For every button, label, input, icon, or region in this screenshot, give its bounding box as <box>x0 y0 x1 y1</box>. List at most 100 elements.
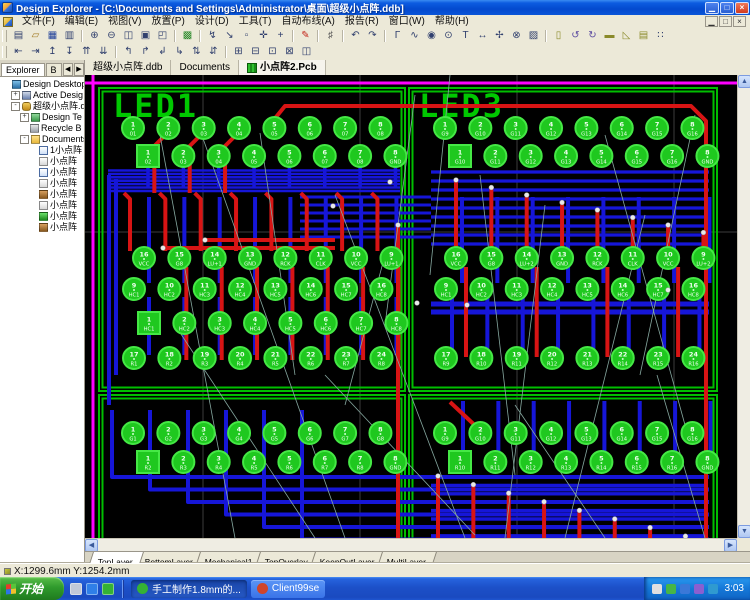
place-string-icon[interactable]: T <box>458 29 473 43</box>
via[interactable] <box>464 302 470 308</box>
align-right-icon[interactable]: ⇥ <box>28 45 43 59</box>
via[interactable] <box>506 490 512 496</box>
via[interactable] <box>202 237 208 243</box>
rotate-cw-icon[interactable]: ↻ <box>585 29 600 43</box>
select-area-icon[interactable]: ▫ <box>239 29 254 43</box>
ungroup-icon[interactable]: ⊟ <box>248 45 263 59</box>
start-button[interactable]: 开始 <box>0 577 64 600</box>
undo-icon[interactable]: ↶ <box>348 29 363 43</box>
center-vertical-icon[interactable]: ↱ <box>138 45 153 59</box>
print-icon[interactable]: ▥ <box>62 29 77 43</box>
expand-toggle[interactable]: - <box>11 102 20 111</box>
zoom-in-icon[interactable]: ⊕ <box>87 29 102 43</box>
via[interactable] <box>160 245 166 251</box>
zoom-window-icon[interactable]: ◫ <box>121 29 136 43</box>
panel-icon[interactable]: ◫ <box>299 45 314 59</box>
array-paste-icon[interactable]: ∷ <box>653 29 668 43</box>
menu-item-10[interactable]: 帮助(H) <box>430 15 474 28</box>
close-button[interactable]: × <box>735 1 749 14</box>
place-coordinate-icon[interactable]: ✢ <box>492 29 507 43</box>
space-horizontal-icon[interactable]: ⇈ <box>79 45 94 59</box>
group-icon[interactable]: ⊞ <box>231 45 246 59</box>
line-tool-icon[interactable]: ↘ <box>222 29 237 43</box>
layer-tab-topoverlay[interactable]: TopOverlay <box>255 552 319 563</box>
menu-item-9[interactable]: 窗口(W) <box>384 15 430 28</box>
distribute-right-icon[interactable]: ↳ <box>172 45 187 59</box>
tray-security-icon[interactable] <box>707 583 718 594</box>
via[interactable] <box>612 516 618 522</box>
paste-special-icon[interactable]: ▤ <box>636 29 651 43</box>
tree-item[interactable]: 小点阵 <box>0 222 84 233</box>
redo-icon[interactable]: ↷ <box>365 29 380 43</box>
tree-item[interactable]: + Active Desig <box>0 90 84 101</box>
lock-icon[interactable]: ⊠ <box>282 45 297 59</box>
save-icon[interactable]: ▦ <box>45 29 60 43</box>
tree-item[interactable]: 小点阵 <box>0 200 84 211</box>
tree-item[interactable]: - 超级小点阵.d <box>0 101 84 112</box>
pcb-canvas[interactable]: LED1 LED310120230340450560670780810220330… <box>85 75 737 538</box>
trace-top-layer[interactable] <box>157 191 168 251</box>
task-button-1[interactable]: 手工制作1.8mm的... <box>131 579 247 598</box>
mdi-minimize-button[interactable]: ▁ <box>705 16 718 27</box>
vertical-scrollbar[interactable]: ▲ ▼ <box>737 75 750 538</box>
rotate-ccw-icon[interactable]: ↺ <box>568 29 583 43</box>
tray-update-icon[interactable] <box>693 583 704 594</box>
menu-item-7[interactable]: 自动布线(A) <box>276 15 339 28</box>
via[interactable] <box>576 507 583 514</box>
toolbar-grip[interactable] <box>2 30 7 42</box>
pencil-icon[interactable]: ✎ <box>298 29 313 43</box>
browse-board-icon[interactable]: ▩ <box>180 29 195 43</box>
quicklaunch-browser-icon[interactable] <box>86 582 98 595</box>
place-rectangle-icon[interactable]: ▬ <box>602 29 617 43</box>
tree-item[interactable]: 小点阵 <box>0 211 84 222</box>
zoom-out-icon[interactable]: ⊖ <box>104 29 119 43</box>
quicklaunch-desktop-icon[interactable] <box>70 582 82 595</box>
via[interactable] <box>647 524 653 531</box>
tray-network-icon[interactable] <box>679 583 690 594</box>
menu-item-2[interactable]: 编辑(E) <box>60 15 103 28</box>
trace-top-layer[interactable] <box>193 191 203 251</box>
tab-scroll-right-icon[interactable]: ▶ <box>73 63 84 76</box>
place-dimension-icon[interactable]: ↔ <box>475 29 490 43</box>
via[interactable] <box>541 499 547 505</box>
horizontal-scrollbar[interactable]: ◀ ▶ <box>85 538 737 552</box>
swap-pair-icon[interactable]: ⇵ <box>206 45 221 59</box>
menu-item-4[interactable]: 放置(P) <box>146 15 189 28</box>
layer-tab-bottomlayer[interactable]: BottomLayer <box>136 552 205 563</box>
mdi-close-button[interactable]: × <box>733 16 746 27</box>
scroll-up-icon[interactable]: ▲ <box>738 75 750 88</box>
tree-item[interactable]: 小点阵 <box>0 189 84 200</box>
document-tab-3[interactable]: 小点阵2.Pcb <box>239 60 326 75</box>
via[interactable] <box>630 214 636 221</box>
restore-button[interactable]: □ <box>720 1 734 14</box>
quicklaunch-player-icon[interactable] <box>102 582 114 595</box>
place-room-icon[interactable]: ▯ <box>551 29 566 43</box>
scroll-down-icon[interactable]: ▼ <box>738 525 750 538</box>
via[interactable] <box>395 222 401 228</box>
tray-shield-icon[interactable] <box>665 583 676 594</box>
place-pad-icon[interactable]: ◉ <box>424 29 439 43</box>
tray-status-icon[interactable] <box>651 583 662 594</box>
open-icon[interactable]: ▱ <box>28 29 43 43</box>
tree-item[interactable]: 小点阵 <box>0 167 84 178</box>
tree-item[interactable]: - Documents <box>0 134 84 145</box>
panel-tab-explorer[interactable]: Explorer <box>1 63 45 76</box>
move-tool-icon[interactable]: ✛ <box>256 29 271 43</box>
frame-icon[interactable]: ⊡ <box>265 45 280 59</box>
align-left-icon[interactable]: ⇤ <box>11 45 26 59</box>
menu-item-5[interactable]: 设计(D) <box>190 15 234 28</box>
expand-toggle[interactable]: + <box>11 91 20 100</box>
align-top-icon[interactable]: ↥ <box>45 45 60 59</box>
trace-top-layer[interactable] <box>122 191 132 251</box>
menu-item-1[interactable]: 文件(F) <box>17 15 60 28</box>
via[interactable] <box>387 179 393 185</box>
layer-tab-multilayer[interactable]: MultiLayer <box>377 552 437 563</box>
trace-top-layer[interactable] <box>263 191 274 251</box>
via[interactable] <box>700 229 707 236</box>
swap-vertical-icon[interactable]: ⇅ <box>189 45 204 59</box>
tab-scroll-left-icon[interactable]: ◀ <box>62 63 73 76</box>
task-button-2[interactable]: Client99se <box>250 579 326 598</box>
via[interactable] <box>453 177 459 183</box>
crosshair-icon[interactable]: + <box>273 29 288 43</box>
mdi-restore-button[interactable]: □ <box>719 16 732 27</box>
